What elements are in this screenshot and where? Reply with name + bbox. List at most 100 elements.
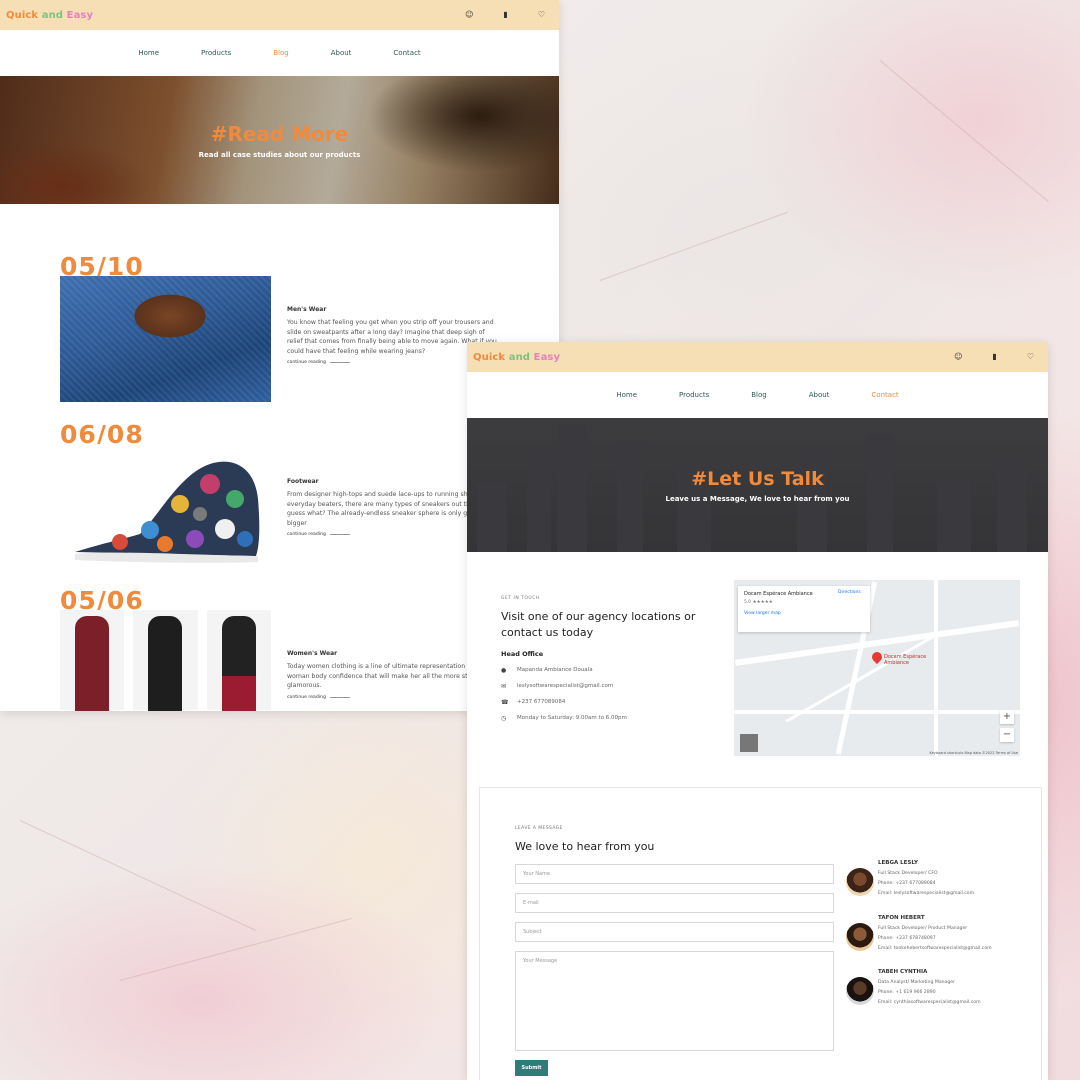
bag-icon[interactable]: ▮ bbox=[503, 11, 507, 19]
nav-blog[interactable]: Blog bbox=[273, 49, 288, 57]
directions-link[interactable]: Directions bbox=[838, 590, 861, 595]
nav-blog[interactable]: Blog bbox=[751, 391, 766, 399]
get-in-touch-label: GET IN TOUCH bbox=[501, 596, 540, 601]
zoom-in-button[interactable]: + bbox=[1000, 710, 1014, 724]
link-label: continue reading bbox=[287, 532, 326, 538]
avatar bbox=[846, 868, 874, 896]
continue-reading-link[interactable]: continue reading bbox=[287, 360, 497, 365]
member-role: Full Stack Developer/ CFO bbox=[878, 871, 938, 876]
avatar bbox=[846, 923, 874, 951]
view-larger-map-link[interactable]: View larger map bbox=[744, 611, 864, 616]
contact-heading: Visit one of our agency locations or con… bbox=[501, 610, 696, 639]
nav-products[interactable]: Products bbox=[201, 49, 231, 57]
google-map[interactable]: Docam Espérace Ambiance 5.0 ★★★★★ View l… bbox=[734, 580, 1020, 756]
nav-products[interactable]: Products bbox=[679, 391, 709, 399]
user-icon[interactable]: ☺ bbox=[954, 353, 962, 361]
coat-model bbox=[60, 610, 125, 711]
link-underline bbox=[329, 696, 350, 698]
post-excerpt: Today women clothing is a line of ultima… bbox=[287, 663, 496, 690]
nav-about[interactable]: About bbox=[809, 391, 830, 399]
skyline-building bbox=[477, 482, 507, 552]
message-form-section: LEAVE A MESSAGE We love to hear from you… bbox=[479, 787, 1042, 1080]
name-input[interactable]: Your Name bbox=[515, 864, 834, 884]
nav-contact[interactable]: Contact bbox=[393, 49, 420, 57]
nav-contact[interactable]: Contact bbox=[871, 391, 898, 399]
hero-subtitle: Read all case studies about our products bbox=[198, 150, 361, 159]
marble-vein bbox=[879, 60, 1049, 203]
heart-icon[interactable]: ♡ bbox=[1027, 353, 1034, 361]
hero-subtitle: Leave us a Message, We love to hear from… bbox=[665, 494, 850, 503]
coat-model bbox=[206, 610, 271, 711]
main-nav: Home Products Blog About Contact bbox=[0, 30, 559, 76]
phone-row: ☎ +237 677089084 bbox=[501, 699, 721, 706]
member-email[interactable]: Email: leslysoftwarespecialist@gmail.com bbox=[878, 891, 974, 896]
zoom-out-button[interactable]: − bbox=[1000, 728, 1014, 742]
avatar bbox=[846, 977, 874, 1005]
logo[interactable]: Quick and Easy bbox=[473, 352, 560, 363]
place-rating: 5.0 ★★★★★ bbox=[744, 600, 773, 605]
contact-page-screenshot: Quick and Easy ☺ ▮ ♡ Home Products Blog … bbox=[467, 342, 1048, 1080]
head-office-label: Head Office bbox=[501, 649, 544, 658]
nav-about[interactable]: About bbox=[331, 49, 352, 57]
member-email[interactable]: Email: cynthiasoftwarespecialist@gmail.c… bbox=[878, 1000, 981, 1005]
address-text: Mapanda Ambiance Douala bbox=[517, 667, 593, 674]
post-excerpt: From designer high-tops and suede lace-u… bbox=[287, 491, 497, 527]
hero-title: #Let Us Talk bbox=[691, 467, 824, 490]
top-bar: Quick and Easy ☺ ▮ ♡ bbox=[467, 342, 1048, 372]
nav-home[interactable]: Home bbox=[616, 391, 637, 399]
logo-word-quick: Quick bbox=[473, 351, 506, 363]
link-label: continue reading bbox=[287, 360, 326, 366]
heart-icon[interactable]: ♡ bbox=[538, 11, 545, 19]
member-email[interactable]: Email: tonkehebertsoftwarespecialist@gma… bbox=[878, 946, 992, 951]
contact-details: GET IN TOUCH Visit one of our agency loc… bbox=[501, 596, 721, 722]
link-underline bbox=[329, 534, 350, 536]
member-phone: Phone: +1 619 966 2890 bbox=[878, 990, 936, 995]
post-excerpt: You know that feeling you get when you s… bbox=[287, 319, 497, 355]
marble-vein bbox=[119, 917, 352, 981]
skyline-building bbox=[997, 456, 1027, 552]
pin-label: Docam Espérace Ambiance bbox=[884, 654, 927, 666]
map-road bbox=[934, 580, 938, 756]
post-category: Footwear bbox=[287, 478, 319, 485]
coat-model bbox=[133, 610, 198, 711]
street-view-icon[interactable] bbox=[740, 734, 758, 752]
continue-reading-link[interactable]: continue reading bbox=[287, 695, 497, 700]
hero-banner: #Let Us Talk Leave us a Message, We love… bbox=[467, 418, 1048, 552]
main-nav: Home Products Blog About Contact bbox=[467, 372, 1048, 418]
user-icon[interactable]: ☺ bbox=[465, 11, 473, 19]
email-input[interactable]: E-mail bbox=[515, 893, 834, 913]
email-text[interactable]: leslysoftwarespecialist@gmail.com bbox=[517, 683, 613, 689]
marble-vein bbox=[599, 211, 789, 281]
link-label: continue reading bbox=[287, 694, 326, 700]
map-road bbox=[734, 710, 1020, 714]
hero-banner: #Read More Read all case studies about o… bbox=[0, 76, 559, 204]
skyline-building bbox=[867, 434, 893, 552]
logo[interactable]: Quick and Easy bbox=[6, 10, 93, 21]
subject-input[interactable]: Subject bbox=[515, 922, 834, 942]
member-phone: Phone: +237 678748097 bbox=[878, 936, 936, 941]
hours-row: ◷ Monday to Saturday: 9.00am to 6.00pm bbox=[501, 715, 721, 722]
member-name: TAFON HEBERT bbox=[878, 915, 925, 921]
logo-word-easy: Easy bbox=[66, 9, 94, 21]
member-role: Data Analyst/ Marketing Manager bbox=[878, 980, 955, 985]
nav-home[interactable]: Home bbox=[138, 49, 159, 57]
logo-word-quick: Quick bbox=[6, 9, 39, 21]
hero-title: #Read More bbox=[210, 121, 349, 146]
map-attribution: Keyboard shortcuts Map data ©2022 Terms … bbox=[929, 751, 1018, 755]
skyline-building bbox=[527, 452, 551, 552]
skyline-building bbox=[557, 424, 587, 552]
form-title: We love to hear from you bbox=[515, 840, 655, 853]
continue-reading-link[interactable]: continue reading bbox=[287, 532, 497, 537]
jeans-image bbox=[60, 276, 271, 402]
location-icon: ● bbox=[501, 666, 507, 674]
phone-text[interactable]: +237 677089084 bbox=[517, 699, 565, 705]
map-pin-icon[interactable] bbox=[869, 649, 885, 665]
skyline-building bbox=[937, 478, 971, 552]
message-textarea[interactable]: Your Message bbox=[515, 951, 834, 1051]
member-role: Full Stack Developer/ Product Manager bbox=[878, 926, 968, 931]
bag-icon[interactable]: ▮ bbox=[992, 353, 996, 361]
submit-button[interactable]: Submit bbox=[515, 1060, 548, 1076]
member-name: TABEH CYNTHIA bbox=[878, 969, 928, 975]
sneakers-image bbox=[60, 444, 271, 570]
top-bar: Quick and Easy ☺ ▮ ♡ bbox=[0, 0, 559, 30]
